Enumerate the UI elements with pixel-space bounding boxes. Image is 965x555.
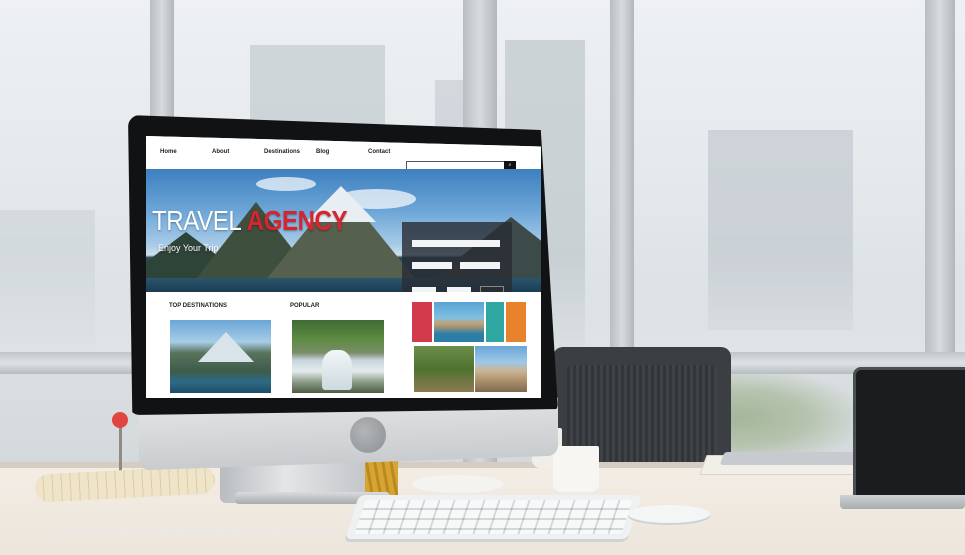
- hero-banner: TRAVEL AGENCY Enjoy Your Trip: [146, 169, 541, 292]
- destination-field[interactable]: [412, 240, 500, 247]
- hero-title-travel: TRAVEL: [152, 205, 241, 236]
- promo-photo-palms[interactable]: [414, 346, 474, 392]
- nav-contact[interactable]: Contact: [368, 149, 420, 155]
- hero-subtitle: Enjoy Your Trip: [158, 243, 219, 253]
- hero-title-agency: AGENCY: [246, 205, 348, 236]
- search-trip-button[interactable]: [480, 286, 504, 292]
- section-title-popular: POPULAR: [290, 303, 320, 309]
- laptop: [853, 367, 965, 502]
- promo-photo-city[interactable]: [475, 346, 527, 392]
- nav-destinations[interactable]: Destinations: [264, 149, 316, 155]
- office-scene: Home About Destinations Blog Contact ⌕ T…: [0, 0, 965, 555]
- laptop-base: [840, 495, 965, 509]
- guests-field[interactable]: [412, 287, 436, 292]
- promo-photo-coast[interactable]: [434, 302, 484, 342]
- monitor-screen: Home About Destinations Blog Contact ⌕ T…: [146, 136, 541, 398]
- tablet: [719, 452, 865, 465]
- cup: [553, 446, 599, 492]
- promo-tile-teal[interactable]: [486, 302, 504, 342]
- logo-icon: [350, 417, 386, 453]
- saucer: [412, 475, 504, 493]
- nav-about[interactable]: About: [212, 149, 264, 155]
- nav-blog[interactable]: Blog: [316, 149, 368, 155]
- hero-title: TRAVEL AGENCY: [152, 205, 348, 237]
- pushpin-icon: [112, 412, 128, 428]
- checkin-field[interactable]: [412, 262, 452, 269]
- booking-form: [402, 222, 512, 292]
- promo-tile-red[interactable]: [412, 302, 432, 342]
- checkout-field[interactable]: [460, 262, 500, 269]
- destination-photo-fjord[interactable]: [170, 320, 271, 393]
- destination-photo-waterfall[interactable]: [292, 320, 384, 393]
- cable: [30, 520, 370, 532]
- nav-home[interactable]: Home: [160, 149, 212, 155]
- mouse: [628, 505, 710, 523]
- keyboard: [344, 495, 643, 539]
- rooms-field[interactable]: [447, 287, 471, 292]
- pin-stick: [119, 425, 122, 471]
- section-title-top-destinations: TOP DESTINATIONS: [169, 303, 228, 309]
- promo-tile-orange[interactable]: [506, 302, 526, 342]
